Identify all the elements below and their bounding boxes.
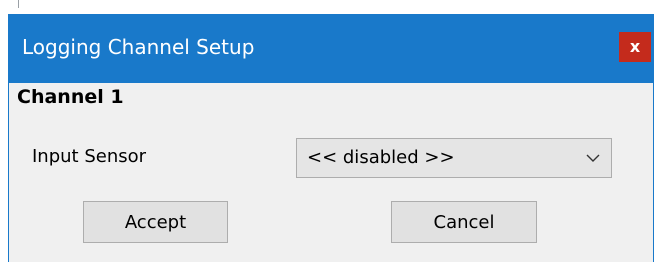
background-window-edge [0, 0, 656, 14]
cancel-button[interactable]: Cancel [391, 201, 537, 243]
dialog-titlebar[interactable]: Logging Channel Setup x [9, 14, 653, 83]
channel-heading: Channel 1 [17, 86, 124, 108]
chevron-down-icon [586, 154, 600, 162]
input-sensor-dropdown[interactable]: << disabled >> [296, 138, 612, 178]
close-button[interactable]: x [619, 32, 651, 62]
accept-button[interactable]: Accept [83, 201, 228, 243]
background-divider [18, 0, 19, 8]
close-icon: x [629, 37, 641, 56]
dialog-title: Logging Channel Setup [22, 35, 255, 59]
input-sensor-selected-value: << disabled >> [307, 147, 455, 168]
input-sensor-label: Input Sensor [32, 146, 147, 167]
